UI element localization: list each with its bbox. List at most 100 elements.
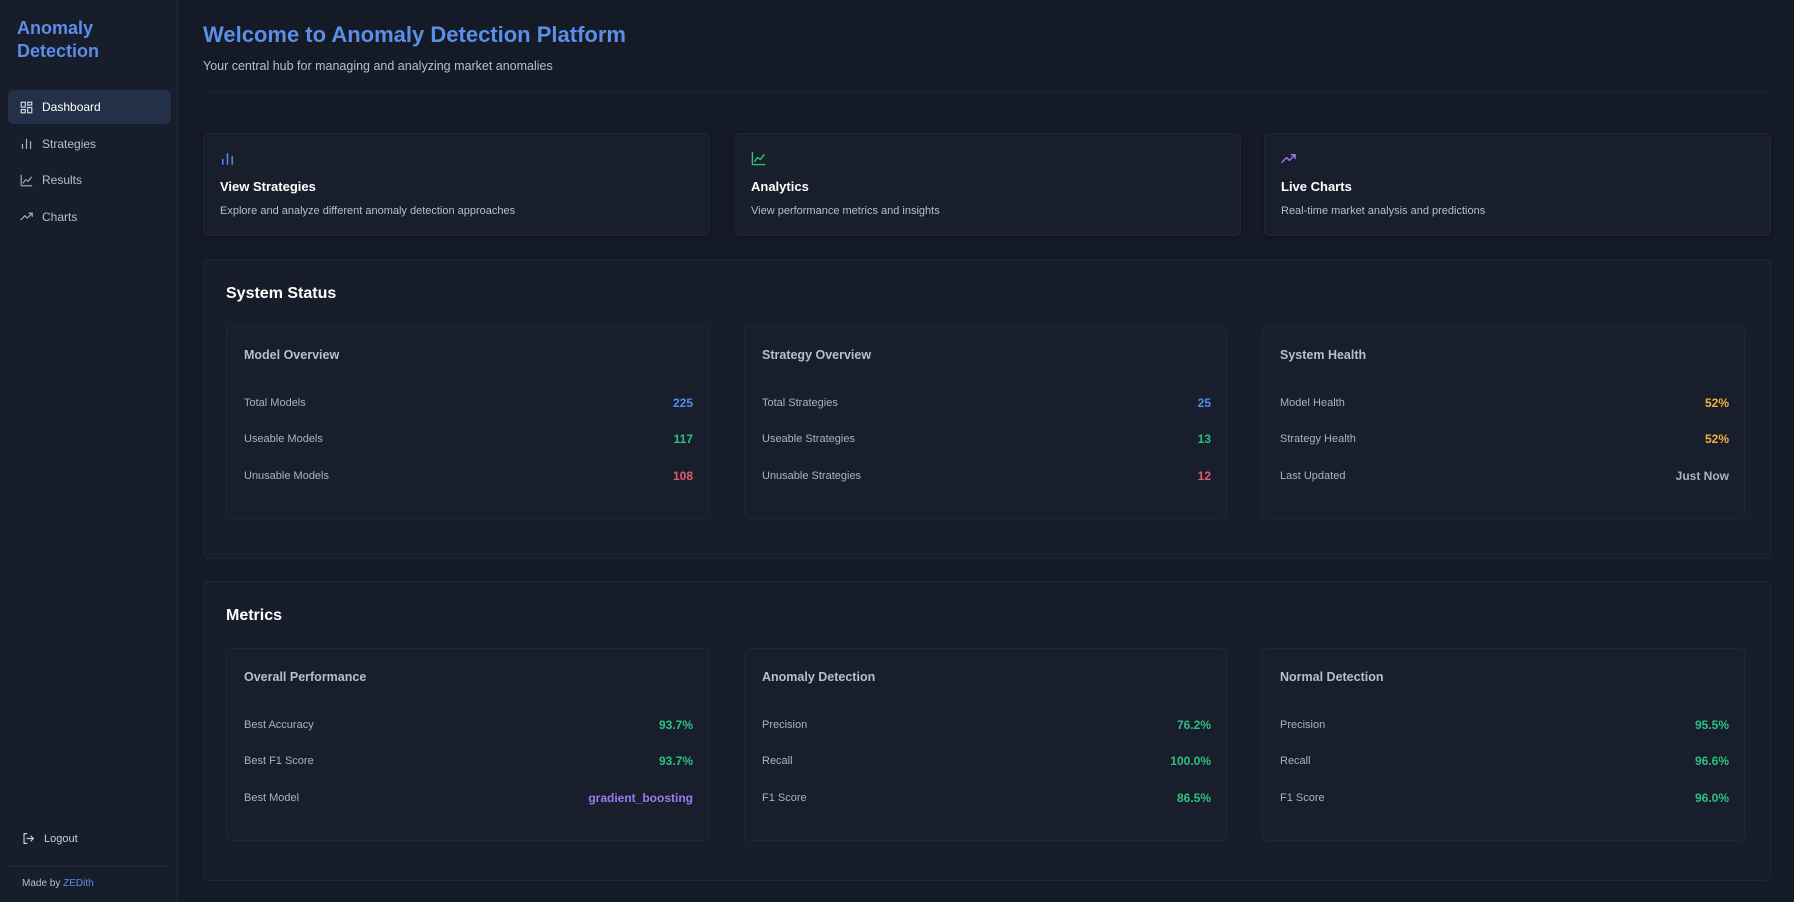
main-content: Welcome to Anomaly Detection Platform Yo… (178, 0, 1794, 902)
panel-title: Overall Performance (244, 670, 367, 684)
overall-performance-panel: Overall Performance Best Accuracy 93.7% … (226, 648, 709, 841)
stat-value: 117 (673, 432, 693, 446)
stat-row: Useable Models 117 (244, 431, 693, 447)
metric-row: Precision 95.5% (1280, 717, 1729, 733)
strategy-overview-panel: Strategy Overview Total Strategies 25 Us… (744, 326, 1227, 519)
card-title: Live Charts (1281, 179, 1352, 194)
metric-value: 93.7% (658, 718, 693, 732)
metric-value: 95.5% (1694, 718, 1729, 732)
stat-value: 52% (1704, 396, 1729, 410)
analytics-card[interactable]: Analytics View performance metrics and i… (734, 133, 1241, 236)
sidebar-item-dashboard[interactable]: Dashboard (8, 90, 171, 124)
normal-detection-panel: Normal Detection Precision 95.5% Recall … (1262, 648, 1745, 841)
card-description: Explore and analyze different anomaly de… (220, 205, 516, 217)
sidebar-item-label: Results (42, 173, 83, 188)
trending-up-icon (20, 212, 33, 221)
made-by-prefix: Made by (22, 878, 61, 889)
metric-row: F1 Score 86.5% (762, 790, 1211, 806)
stat-row: Unusable Models 108 (244, 468, 693, 484)
stat-value: Just Now (1675, 469, 1729, 483)
metric-row: Best F1 Score 93.7% (244, 753, 693, 769)
metric-label: Best Accuracy (244, 719, 314, 731)
metric-row: Precision 76.2% (762, 717, 1211, 733)
sidebar-item-strategies[interactable]: Strategies (8, 127, 171, 161)
metric-value: 76.2% (1176, 718, 1211, 732)
sidebar-item-label: Strategies (42, 136, 97, 151)
system-health-panel: System Health Model Health 52% Strategy … (1262, 326, 1745, 519)
stat-value: 25 (1197, 396, 1211, 410)
metric-label: Best Model (244, 792, 300, 804)
metric-row: Recall 96.6% (1280, 753, 1729, 769)
section-title: System Status (226, 285, 337, 302)
panel-title: Anomaly Detection (762, 670, 876, 684)
dashboard-icon (20, 101, 33, 113)
page-subtitle: Your central hub for managing and analyz… (203, 59, 553, 73)
logout-icon (23, 833, 34, 844)
card-title: Analytics (751, 179, 809, 194)
stat-value: 52% (1704, 432, 1729, 446)
stat-label: Strategy Health (1280, 433, 1356, 445)
logout-label: Logout (44, 832, 78, 845)
panel-title: Model Overview (244, 348, 340, 362)
stat-value: 225 (672, 396, 693, 410)
metric-row: Best Model gradient_boosting (244, 790, 693, 806)
stat-label: Total Strategies (762, 397, 838, 409)
author-link[interactable]: ZEDith (63, 878, 94, 889)
made-by: Made by ZEDith (22, 878, 94, 889)
metric-label: F1 Score (1280, 792, 1325, 804)
line-chart-icon (20, 174, 33, 187)
stat-label: Model Health (1280, 397, 1345, 409)
brand-title: Anomaly Detection (17, 18, 100, 61)
stat-label: Useable Strategies (762, 433, 855, 445)
metric-row: F1 Score 96.0% (1280, 790, 1729, 806)
metric-label: Best F1 Score (244, 755, 314, 767)
live-charts-card[interactable]: Live Charts Real-time market analysis an… (1264, 133, 1771, 236)
stat-row: Strategy Health 52% (1280, 431, 1729, 447)
model-overview-panel: Model Overview Total Models 225 Useable … (226, 326, 709, 519)
anomaly-detection-panel: Anomaly Detection Precision 76.2% Recall… (744, 648, 1227, 841)
panel-title: Normal Detection (1280, 670, 1384, 684)
stat-row: Unusable Strategies 12 (762, 468, 1211, 484)
sidebar-divider (8, 866, 169, 867)
logout-button[interactable]: Logout (22, 832, 78, 845)
stat-row: Total Strategies 25 (762, 395, 1211, 411)
metric-value: gradient_boosting (588, 791, 693, 805)
system-status-section: System Status Model Overview Total Model… (203, 259, 1771, 559)
view-strategies-card[interactable]: View Strategies Explore and analyze diff… (203, 133, 710, 236)
card-description: Real-time market analysis and prediction… (1281, 205, 1486, 217)
metric-label: Recall (1280, 755, 1311, 767)
sidebar-item-charts[interactable]: Charts (8, 200, 171, 234)
stat-row: Total Models 225 (244, 395, 693, 411)
stat-row: Model Health 52% (1280, 395, 1729, 411)
metrics-section: Metrics Overall Performance Best Accurac… (203, 581, 1771, 881)
metric-label: F1 Score (762, 792, 807, 804)
stat-row: Last Updated Just Now (1280, 468, 1729, 484)
stat-value: 12 (1197, 469, 1211, 483)
sidebar: Anomaly Detection Dashboard Strategies R… (0, 0, 178, 902)
sidebar-nav: Dashboard Strategies Results Charts (8, 90, 171, 236)
stat-label: Unusable Models (244, 470, 329, 482)
metric-value: 86.5% (1176, 791, 1211, 805)
metric-row: Best Accuracy 93.7% (244, 717, 693, 733)
stat-label: Last Updated (1280, 470, 1346, 482)
metric-row: Recall 100.0% (762, 753, 1211, 769)
trending-up-icon (1281, 154, 1296, 163)
bar-chart-icon (21, 138, 32, 150)
line-chart-icon (751, 151, 766, 166)
stat-value: 108 (672, 469, 693, 483)
sidebar-item-results[interactable]: Results (8, 163, 171, 197)
card-title: View Strategies (220, 179, 316, 194)
bar-chart-icon (222, 153, 233, 165)
stat-label: Useable Models (244, 433, 323, 445)
sidebar-item-label: Charts (42, 209, 78, 224)
sidebar-item-label: Dashboard (42, 100, 101, 114)
metric-label: Precision (762, 719, 808, 731)
stat-label: Total Models (244, 397, 306, 409)
quick-links: View Strategies Explore and analyze diff… (203, 133, 1771, 236)
metric-value: 96.0% (1694, 791, 1729, 805)
panel-title: System Health (1280, 348, 1367, 362)
section-title: Metrics (226, 607, 283, 624)
metric-value: 93.7% (658, 754, 693, 768)
metric-value: 100.0% (1170, 754, 1211, 768)
panel-title: Strategy Overview (762, 348, 872, 362)
